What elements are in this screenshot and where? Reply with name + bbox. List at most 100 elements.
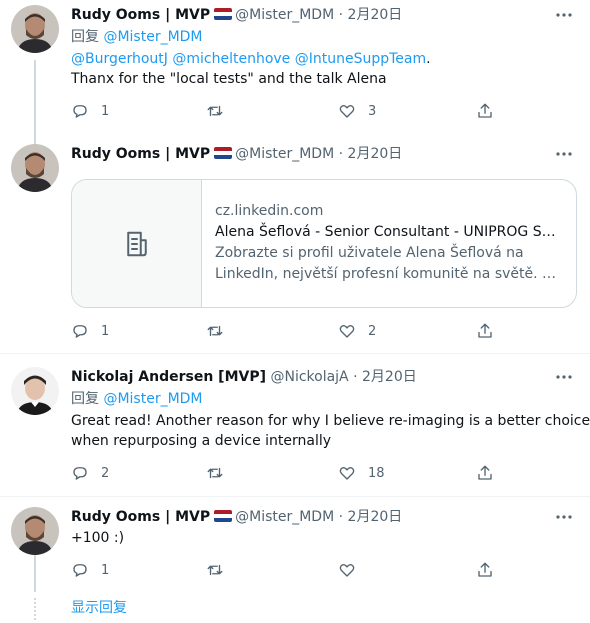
tweet-actions: 2 18 xyxy=(71,463,501,483)
card-text: cz.linkedin.com Alena Šeflová - Senior C… xyxy=(215,201,564,285)
thread-line xyxy=(34,60,36,146)
card-description: Zobrazte si profil uživatele Alena Šeflo… xyxy=(215,245,524,261)
show-replies-link[interactable]: 显示回复 xyxy=(71,598,127,618)
like-count: 2 xyxy=(368,323,377,339)
tweet-date[interactable]: 2月20日 xyxy=(348,146,403,162)
retweet-icon xyxy=(207,105,223,117)
netherlands-flag-icon xyxy=(214,147,233,159)
author-handle[interactable]: @Mister_MDM xyxy=(235,7,334,23)
retweet-button[interactable] xyxy=(206,463,236,483)
share-button[interactable] xyxy=(476,560,494,580)
reply-button[interactable]: 2 xyxy=(71,463,109,483)
card-title: Alena Šeflová - Senior Consultant - UNIP… xyxy=(215,224,564,240)
share-button[interactable] xyxy=(476,321,494,341)
card-thumbnail xyxy=(72,180,202,307)
tweet-date[interactable]: 2月20日 xyxy=(348,7,403,23)
more-icon[interactable] xyxy=(554,5,574,25)
separator: · xyxy=(353,369,358,385)
author-name[interactable]: Rudy Ooms | MVP xyxy=(71,7,210,23)
reply-context: 回复 @Mister_MDM xyxy=(71,27,203,47)
reply-to-link[interactable]: @Mister_MDM xyxy=(103,391,202,407)
like-button[interactable]: 2 xyxy=(338,321,376,341)
share-button[interactable] xyxy=(476,463,494,483)
divider xyxy=(0,353,590,354)
tweet-actions: 1 xyxy=(71,560,501,580)
tweet-text: Great read! Another reason for why I bel… xyxy=(71,413,590,429)
tweet-header: Rudy Ooms | MVP @Mister_MDM · 2月20日 xyxy=(71,144,550,164)
retweet-icon xyxy=(207,467,223,479)
tweet-mentions: @BurgerhoutJ @micheltenhove @IntuneSuppT… xyxy=(71,49,431,69)
author-handle[interactable]: @Mister_MDM xyxy=(235,509,334,525)
tweet-actions: 1 2 xyxy=(71,321,501,341)
author-name[interactable]: Rudy Ooms | MVP xyxy=(71,509,210,525)
tweet-header: Rudy Ooms | MVP @Mister_MDM · 2月20日 xyxy=(71,507,550,527)
tweet-actions: 1 3 xyxy=(71,101,501,121)
tweet-date[interactable]: 2月20日 xyxy=(348,509,403,525)
document-icon xyxy=(126,231,147,256)
divider xyxy=(0,496,590,497)
reply-icon xyxy=(73,467,87,480)
avatar[interactable] xyxy=(11,367,59,415)
reply-button[interactable]: 1 xyxy=(71,101,109,121)
mentions-link[interactable]: @BurgerhoutJ @micheltenhove @IntuneSuppT… xyxy=(71,51,426,67)
tweet-text: when repurposing a device internally xyxy=(71,433,332,449)
tweet-date[interactable]: 2月20日 xyxy=(362,369,417,385)
card-description: LinkedIn, největší profesní komunitě na … xyxy=(215,266,564,282)
retweet-button[interactable] xyxy=(206,101,236,121)
reply-count: 1 xyxy=(101,323,110,339)
reply-context: 回复 @Mister_MDM xyxy=(71,389,203,409)
retweet-button[interactable] xyxy=(206,560,236,580)
like-icon xyxy=(339,104,355,118)
author-handle[interactable]: @NickolajA xyxy=(270,369,348,385)
tweet-text: Thanx for the "local tests" and the talk… xyxy=(71,71,387,87)
reply-button[interactable]: 1 xyxy=(71,321,109,341)
avatar[interactable] xyxy=(11,5,59,53)
reply-to-link[interactable]: @Mister_MDM xyxy=(103,29,202,45)
netherlands-flag-icon xyxy=(214,8,233,20)
reply-prefix: 回复 xyxy=(71,29,99,45)
more-icon[interactable] xyxy=(554,367,574,387)
like-icon xyxy=(339,324,355,338)
retweet-icon xyxy=(207,325,223,337)
avatar[interactable] xyxy=(11,144,59,192)
more-icon[interactable] xyxy=(554,507,574,527)
reply-icon xyxy=(73,325,87,338)
author-name[interactable]: Rudy Ooms | MVP xyxy=(71,146,210,162)
separator: · xyxy=(338,7,344,23)
share-icon xyxy=(478,562,492,577)
like-button[interactable]: 18 xyxy=(338,463,385,483)
like-icon xyxy=(339,563,355,577)
reply-button[interactable]: 1 xyxy=(71,560,109,580)
link-card[interactable]: cz.linkedin.com Alena Šeflová - Senior C… xyxy=(71,179,577,308)
mentions-suffix: . xyxy=(426,51,431,67)
avatar[interactable] xyxy=(11,507,59,555)
reply-count: 1 xyxy=(101,562,110,578)
tweet-header: Nickolaj Andersen [MVP] @NickolajA · 2月2… xyxy=(71,367,550,387)
like-icon xyxy=(339,466,355,480)
share-icon xyxy=(478,323,492,338)
tweet-text: +100 :) xyxy=(71,530,125,546)
more-icon[interactable] xyxy=(554,144,574,164)
reply-count: 1 xyxy=(101,103,110,119)
author-handle[interactable]: @Mister_MDM xyxy=(235,146,334,162)
retweet-button[interactable] xyxy=(206,321,236,341)
like-count: 18 xyxy=(368,465,385,481)
reply-icon xyxy=(73,105,87,118)
author-name[interactable]: Nickolaj Andersen [MVP] xyxy=(71,369,266,385)
netherlands-flag-icon xyxy=(214,510,233,522)
share-button[interactable] xyxy=(476,101,494,121)
reply-count: 2 xyxy=(101,465,110,481)
like-count: 3 xyxy=(368,103,377,119)
reply-icon xyxy=(73,564,87,577)
card-domain: cz.linkedin.com xyxy=(215,203,324,219)
tweet-header: Rudy Ooms | MVP @Mister_MDM · 2月20日 xyxy=(71,5,550,25)
share-icon xyxy=(478,103,492,118)
separator: · xyxy=(338,509,344,525)
like-button[interactable] xyxy=(338,560,368,580)
thread-dotted-line xyxy=(34,598,36,620)
share-icon xyxy=(478,465,492,480)
separator: · xyxy=(338,146,344,162)
retweet-icon xyxy=(207,564,223,576)
like-button[interactable]: 3 xyxy=(338,101,376,121)
reply-prefix: 回复 xyxy=(71,391,99,407)
